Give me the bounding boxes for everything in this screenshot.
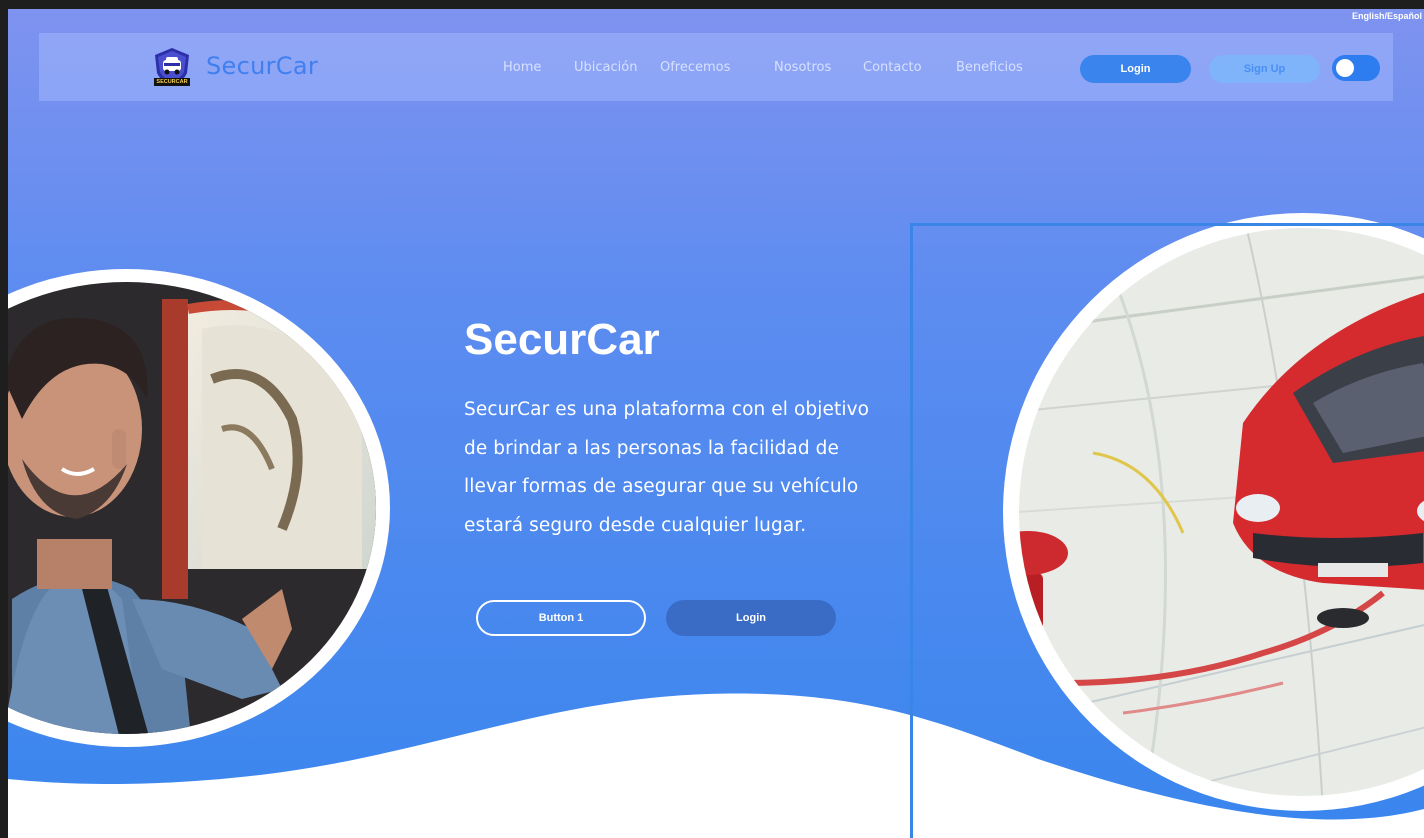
language-toggle[interactable]: English/Español bbox=[1352, 11, 1422, 21]
landing-page: English/Español SECURCAR SecurCar Home U… bbox=[8, 9, 1424, 838]
button-1[interactable]: Button 1 bbox=[476, 600, 646, 636]
nav-link-beneficios[interactable]: Beneficios bbox=[956, 60, 1023, 75]
hero-login-button[interactable]: Login bbox=[666, 600, 836, 636]
nav-link-ofrecemos[interactable]: Ofrecemos bbox=[660, 60, 730, 75]
theme-toggle[interactable] bbox=[1332, 55, 1380, 81]
nav-link-home[interactable]: Home bbox=[503, 60, 541, 75]
shield-logo-icon[interactable]: SECURCAR bbox=[152, 47, 192, 87]
toggle-knob bbox=[1336, 59, 1354, 77]
nav-link-contacto[interactable]: Contacto bbox=[863, 60, 922, 75]
navbar: SECURCAR SecurCar Home Ubicación Ofrecem… bbox=[39, 33, 1393, 101]
logo-text: SECURCAR bbox=[156, 79, 188, 85]
nav-link-nosotros[interactable]: Nosotros bbox=[774, 60, 831, 75]
hero-title: SecurCar bbox=[464, 315, 660, 364]
brand-name[interactable]: SecurCar bbox=[206, 52, 318, 80]
login-button[interactable]: Login bbox=[1080, 55, 1191, 83]
signup-button[interactable]: Sign Up bbox=[1209, 55, 1320, 83]
hero-description: SecurCar es una plataforma con el objeti… bbox=[464, 399, 870, 536]
nav-link-ubicacion[interactable]: Ubicación bbox=[574, 60, 637, 75]
